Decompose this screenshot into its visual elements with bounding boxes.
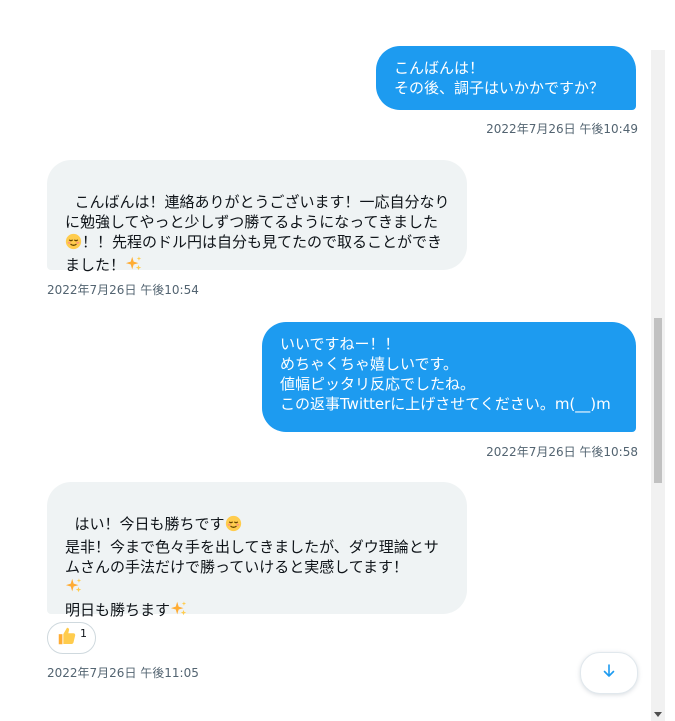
message-bubble-incoming[interactable]: はい！今日も勝ちです 是非！今まで色々手を出してきましたが、ダウ理論とサムさんの… [47, 482, 467, 619]
sparkles-emoji [170, 600, 188, 623]
scrollbar-thumb[interactable] [654, 318, 662, 483]
thumbs-up-emoji [56, 625, 78, 651]
message-text: はい！今日も勝ちです [74, 515, 225, 533]
message-bubble-outgoing[interactable]: こんばんは！ その後、調子はいかかですか？ [376, 46, 636, 110]
message-timestamp: 2022年7月26日 午後10:49 [486, 122, 638, 136]
message-timestamp: 2022年7月26日 午後10:54 [47, 283, 199, 297]
message-text: 是非！今まで色々手を出してきましたが、ダウ理論とサムさんの手法だけで勝っていける… [65, 538, 439, 576]
message-timestamp: 2022年7月26日 午後10:58 [486, 445, 638, 459]
sparkles-emoji [125, 255, 143, 278]
reaction-badge[interactable]: 1 [47, 622, 96, 654]
sparkles-emoji [65, 577, 83, 600]
arrow-down-icon [601, 663, 617, 683]
scrollbar[interactable] [651, 50, 665, 721]
message-text: 明日も勝ちます [65, 601, 171, 619]
message-bubble-incoming[interactable]: こんばんは！連絡ありがとうございます！一応自分なりに勉強してやっと少しずつ勝てる… [47, 160, 467, 274]
scroll-down-arrow-icon[interactable] [654, 712, 662, 717]
scroll-to-bottom-button[interactable] [580, 652, 638, 694]
reaction-count: 1 [80, 626, 87, 640]
message-text: ！！先程のドル円は自分も見てたので取ることができました！ [65, 233, 443, 274]
relieved-face-emoji [225, 515, 242, 537]
message-timestamp: 2022年7月26日 午後11:05 [47, 666, 199, 680]
message-text: こんばんは！連絡ありがとうございます！一応自分なりに勉強してやっと少しずつ勝てる… [65, 193, 450, 231]
relieved-face-emoji [65, 233, 82, 255]
message-bubble-outgoing[interactable]: いいですねー！！ めちゃくちゃ嬉しいです。 値幅ピッタリ反応でしたね。 この返事… [262, 322, 636, 432]
